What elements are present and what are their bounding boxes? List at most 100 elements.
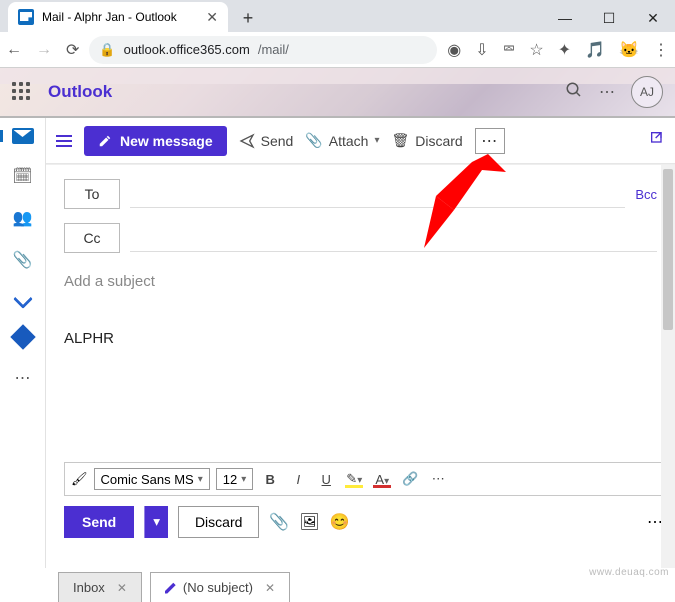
link-button[interactable]: 🔗: [399, 471, 421, 487]
tab-draft-label: (No subject): [183, 580, 253, 595]
cc-button[interactable]: Cc: [64, 223, 120, 253]
rail-yammer[interactable]: [0, 328, 45, 346]
tab-close-icon[interactable]: ✕: [206, 9, 218, 26]
hamburger-button[interactable]: [56, 135, 72, 147]
discard-label: Discard: [415, 133, 462, 149]
extension-2-icon[interactable]: 🐱: [619, 40, 639, 60]
chevron-down-icon: ▾: [241, 474, 246, 485]
new-tab-button[interactable]: +: [234, 4, 262, 32]
trash-icon: 🗑: [391, 132, 409, 149]
format-painter-icon[interactable]: 🖌: [71, 471, 88, 487]
chevron-down-icon: ▾: [198, 474, 203, 485]
mail-icon: [12, 128, 34, 144]
url-host: outlook.office365.com: [124, 42, 250, 57]
tab-close-icon[interactable]: ✕: [265, 581, 275, 595]
app-body: 🗓 👥 📎 ⋯ New message Send 📎 Attach ▾ 🗑: [0, 118, 675, 568]
bottom-tabs: Inbox ✕ (No subject) ✕: [0, 568, 675, 602]
browser-address-bar: ← → ⟳ 🔒 outlook.office365.com/mail/ ◉ ⇩ …: [0, 32, 675, 68]
search-icon[interactable]: [565, 81, 583, 104]
more-icon: ⋯: [15, 368, 31, 388]
scrollbar-thumb[interactable]: [663, 169, 673, 330]
install-icon[interactable]: ⇩: [475, 40, 488, 60]
font-size-select[interactable]: 12 ▾: [216, 468, 254, 490]
paperclip-icon: 📎: [305, 132, 322, 149]
yammer-icon: [10, 324, 35, 349]
attach-label: Attach: [329, 133, 369, 149]
window-maximize-button[interactable]: ☐: [587, 4, 631, 32]
people-icon: 👥: [13, 208, 33, 228]
tab-inbox-label: Inbox: [73, 580, 105, 595]
bookmark-icon[interactable]: ☆: [529, 40, 543, 60]
chevron-down-icon: ▾: [374, 135, 379, 146]
send-label: Send: [261, 133, 294, 149]
app-launcher-icon[interactable]: [12, 82, 32, 102]
popout-button[interactable]: [649, 130, 665, 151]
reload-button[interactable]: ⟳: [66, 40, 79, 60]
rail-people[interactable]: 👥: [0, 208, 45, 228]
tab-title: Mail - Alphr Jan - Outlook: [42, 10, 177, 24]
new-message-label: New message: [120, 133, 213, 149]
avatar[interactable]: AJ: [631, 76, 663, 108]
bold-button[interactable]: B: [259, 472, 281, 487]
outlook-header: Outlook ⋯ AJ: [0, 68, 675, 118]
to-field[interactable]: [130, 180, 625, 208]
rail-more[interactable]: ⋯: [0, 368, 45, 388]
chevron-down-icon: ▾: [357, 475, 362, 486]
url-field[interactable]: 🔒 outlook.office365.com/mail/: [89, 36, 437, 64]
rail-calendar[interactable]: 🗓: [0, 166, 45, 186]
main-pane: New message Send 📎 Attach ▾ 🗑 Discard ⋯: [46, 118, 675, 568]
header-more-icon[interactable]: ⋯: [599, 82, 615, 102]
tab-inbox[interactable]: Inbox ✕: [58, 572, 142, 602]
discard-command[interactable]: 🗑 Discard: [391, 132, 462, 149]
forward-button: →: [36, 41, 52, 59]
back-button[interactable]: ←: [6, 41, 22, 59]
insert-picture-icon[interactable]: 🖼: [299, 512, 319, 532]
rail-files[interactable]: 📎: [0, 250, 45, 270]
browser-tab[interactable]: Mail - Alphr Jan - Outlook ✕: [8, 2, 228, 32]
window-minimize-button[interactable]: —: [543, 4, 587, 32]
send-command[interactable]: Send: [239, 133, 294, 149]
chevron-down-icon: ▾: [384, 476, 389, 487]
tab-draft[interactable]: (No subject) ✕: [150, 572, 290, 602]
emoji-icon[interactable]: 😊: [330, 512, 350, 532]
format-more-button[interactable]: ⋯: [427, 471, 449, 487]
lock-icon: 🔒: [99, 42, 115, 58]
extensions-icon[interactable]: ✦: [558, 40, 571, 60]
font-size-value: 12: [223, 472, 237, 487]
browser-menu-icon[interactable]: ⋮: [653, 40, 669, 60]
product-name[interactable]: Outlook: [48, 82, 112, 102]
command-bar: New message Send 📎 Attach ▾ 🗑 Discard ⋯: [46, 118, 675, 164]
extension-1-icon[interactable]: 🎵: [585, 40, 605, 60]
window-controls: — ☐ ✕: [543, 4, 675, 32]
browser-actions: ◉ ⇩ ⮹ ☆ ✦ 🎵 🐱 ⋮: [447, 40, 669, 60]
rail-mail[interactable]: [0, 128, 45, 144]
font-color-button[interactable]: A▾: [371, 472, 393, 487]
to-button[interactable]: To: [64, 179, 120, 209]
rail-todo[interactable]: [0, 292, 45, 306]
attach-command[interactable]: 📎 Attach ▾: [305, 132, 379, 149]
attach-inline-icon[interactable]: 📎: [269, 512, 289, 532]
underline-button[interactable]: U: [315, 472, 337, 487]
italic-button[interactable]: I: [287, 472, 309, 487]
message-body[interactable]: ALPHR: [64, 296, 657, 347]
more-commands-button[interactable]: ⋯: [475, 128, 505, 154]
new-message-button[interactable]: New message: [84, 126, 227, 156]
discard-button[interactable]: Discard: [178, 506, 259, 538]
browser-nav: ← → ⟳: [6, 40, 79, 60]
watermark: www.deuaq.com: [589, 567, 669, 578]
tab-close-icon[interactable]: ✕: [117, 581, 127, 595]
font-name-select[interactable]: Comic Sans MS ▾: [94, 468, 210, 490]
window-close-button[interactable]: ✕: [631, 4, 675, 32]
cc-field[interactable]: [130, 224, 657, 252]
bcc-toggle[interactable]: Bcc: [635, 187, 657, 202]
scrollbar[interactable]: [661, 165, 675, 568]
subject-input[interactable]: [64, 267, 657, 296]
outlook-favicon: [18, 9, 34, 25]
todo-icon: [13, 289, 33, 309]
send-split-button[interactable]: ▾: [144, 506, 168, 538]
send-button[interactable]: Send: [64, 506, 134, 538]
highlight-button[interactable]: ✎▾: [343, 471, 365, 487]
share-icon[interactable]: ⮹: [503, 41, 516, 59]
eye-icon[interactable]: ◉: [447, 40, 461, 60]
attachment-icon: 📎: [13, 250, 33, 270]
